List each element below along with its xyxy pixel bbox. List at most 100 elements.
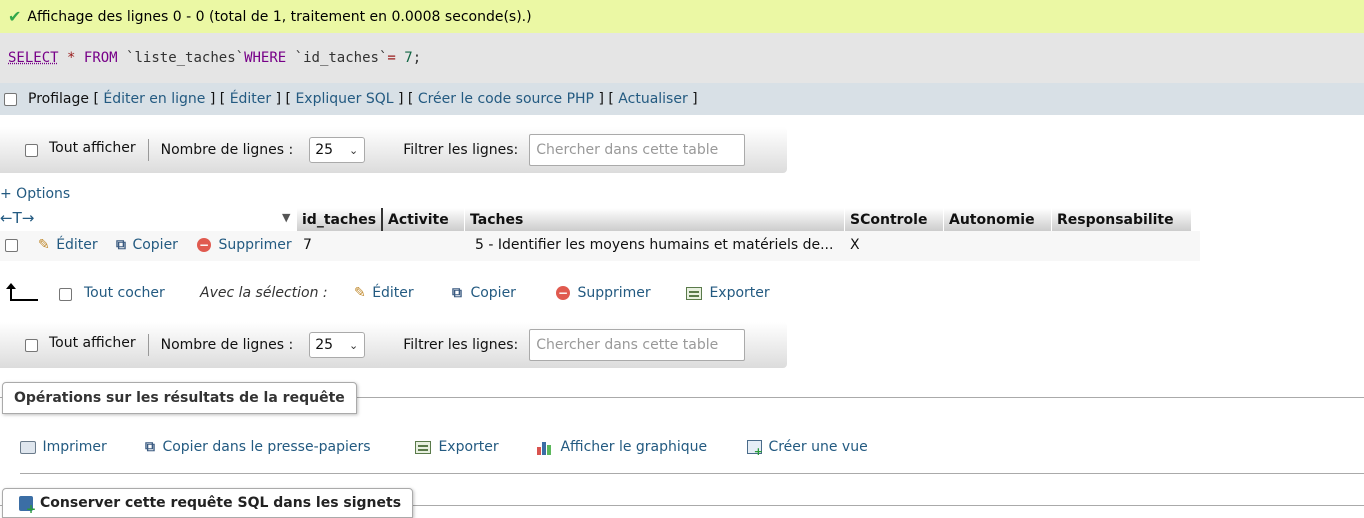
sql-eq: = xyxy=(387,50,396,66)
create-php-link[interactable]: Créer le code source PHP xyxy=(418,91,594,107)
cell-id-taches[interactable]: 7 xyxy=(303,237,312,253)
bulk-delete-label: Supprimer xyxy=(577,285,651,301)
print-label: Imprimer xyxy=(42,439,107,455)
sql-column-name: `id_taches` xyxy=(294,50,388,66)
export-icon xyxy=(686,286,702,300)
row-copy-label: Copier xyxy=(132,237,178,253)
sort-caret-icon[interactable]: ▼ xyxy=(282,211,290,224)
column-header-autonomie[interactable]: Autonomie xyxy=(944,208,1052,231)
operations-legend-label: Opérations sur les résultats de la requê… xyxy=(14,390,345,406)
divider xyxy=(147,139,149,161)
sql-star: * xyxy=(67,50,76,66)
print-icon xyxy=(20,440,36,454)
column-header-label: Responsabilite xyxy=(1057,211,1174,228)
bookmark-icon xyxy=(19,495,36,516)
create-view-button[interactable]: Créer une vue xyxy=(747,439,868,458)
checkmark-icon: ✔ xyxy=(8,7,22,26)
column-header-taches[interactable]: Taches xyxy=(465,208,845,231)
bulk-export-label: Exporter xyxy=(709,285,770,301)
display-chart-label: Afficher le graphique xyxy=(560,439,708,455)
row-delete-label: Supprimer xyxy=(218,237,292,253)
column-header-activite[interactable]: Activite xyxy=(383,208,465,231)
edit-query-link[interactable]: Éditer xyxy=(230,91,271,107)
create-view-icon xyxy=(747,440,763,458)
bulk-edit-label: Éditer xyxy=(372,285,414,301)
explain-sql-link[interactable]: Expliquer SQL xyxy=(295,91,393,107)
show-all-checkbox[interactable] xyxy=(25,338,38,352)
column-header-responsabilite[interactable]: Responsabilite xyxy=(1052,208,1192,231)
column-header-label: Taches xyxy=(470,211,524,228)
filter-rows-label: Filtrer les lignes: xyxy=(403,337,519,353)
bulk-edit-button[interactable]: ✎ Éditer xyxy=(354,285,414,301)
success-text: Affichage des lignes 0 - 0 (total de 1, … xyxy=(27,8,532,25)
profiling-label: Profilage xyxy=(28,91,89,107)
check-all-label[interactable]: Tout cocher xyxy=(84,285,165,301)
bulk-delete-button[interactable]: − Supprimer xyxy=(556,285,651,301)
print-button[interactable]: Imprimer xyxy=(20,439,107,455)
navigation-bar-top: Tout afficher Nombre de lignes : 25 ⌄ Fi… xyxy=(0,127,787,173)
delete-icon: − xyxy=(556,286,570,300)
divider xyxy=(147,334,149,356)
pencil-icon: ✎ xyxy=(38,237,50,253)
rows-count-select[interactable]: 25 ⌄ xyxy=(309,137,366,163)
copy-icon: ⧉ xyxy=(452,285,462,301)
sql-value: 7 xyxy=(404,50,413,66)
bulk-copy-button[interactable]: ⧉ Copier xyxy=(452,285,516,301)
success-message: ✔ Affichage des lignes 0 - 0 (total de 1… xyxy=(0,0,1364,33)
row-checkbox[interactable] xyxy=(5,239,18,252)
bookmark-legend-label: Conserver cette requête SQL dans les sig… xyxy=(40,495,402,511)
bulk-export-button[interactable]: Exporter xyxy=(686,285,770,301)
bulk-copy-label: Copier xyxy=(470,285,516,301)
arrow-up-left-icon xyxy=(6,283,38,303)
export-label: Exporter xyxy=(438,439,499,455)
row-edit-label: Éditer xyxy=(56,237,98,253)
pencil-icon: ✎ xyxy=(354,285,366,301)
with-selection-label: Avec la sélection : xyxy=(200,285,328,301)
column-header-scontrole[interactable]: SControle xyxy=(845,208,944,231)
rows-count-value: 25 xyxy=(315,142,334,158)
cell-taches[interactable]: 5 - Identifier les moyens humains et mat… xyxy=(475,237,833,253)
sql-table-name: `liste_taches` xyxy=(126,50,245,66)
sql-where-keyword: WHERE xyxy=(244,50,287,66)
show-all-label: Tout afficher xyxy=(49,140,136,156)
profiling-checkbox[interactable] xyxy=(4,92,17,106)
filter-rows-label: Filtrer les lignes: xyxy=(403,142,519,158)
display-chart-button[interactable]: Afficher le graphique xyxy=(537,439,707,455)
sql-select-keyword[interactable]: SELECT xyxy=(8,50,59,66)
export-icon xyxy=(415,440,431,454)
rows-count-select[interactable]: 25 ⌄ xyxy=(309,332,366,358)
copy-icon: ⧉ xyxy=(145,439,155,455)
operations-legend: Opérations sur les résultats de la requê… xyxy=(2,382,357,414)
column-header-label: Activite xyxy=(388,211,449,228)
sql-from-keyword: FROM xyxy=(83,50,118,66)
column-header-label: Autonomie xyxy=(949,211,1035,228)
row-copy-button[interactable]: ⧉ Copier xyxy=(116,237,178,253)
chart-icon xyxy=(537,440,554,455)
column-arrows-icon[interactable]: ←T→ xyxy=(0,209,34,227)
options-link[interactable]: + Options xyxy=(0,186,70,202)
rows-count-label: Nombre de lignes : xyxy=(160,337,294,353)
table-header-actions: ←T→ ▼ xyxy=(0,208,297,231)
row-edit-button[interactable]: ✎ Éditer xyxy=(38,237,98,253)
export-button[interactable]: Exporter xyxy=(415,439,499,455)
sql-query-box: SELECT * FROM `liste_taches` WHERE `id_ta… xyxy=(0,33,1364,83)
show-all-label: Tout afficher xyxy=(49,335,136,351)
column-header-label: SControle xyxy=(850,211,928,228)
cell-scontrole[interactable]: X xyxy=(850,237,860,253)
show-all-checkbox[interactable] xyxy=(25,143,38,157)
check-all-checkbox[interactable] xyxy=(59,288,72,301)
delete-icon: − xyxy=(197,238,211,252)
edit-inline-link[interactable]: Éditer en ligne xyxy=(103,91,205,107)
refresh-link[interactable]: Actualiser xyxy=(618,91,687,107)
chevron-down-icon: ⌄ xyxy=(349,143,359,157)
filter-rows-input[interactable] xyxy=(529,134,746,166)
sql-semicolon: ; xyxy=(412,50,422,66)
column-header-id-taches[interactable]: id_taches xyxy=(297,208,383,231)
copy-icon: ⧉ xyxy=(116,237,126,253)
row-delete-button[interactable]: − Supprimer xyxy=(197,237,292,253)
operations-fieldset-bottom-border xyxy=(20,473,1364,474)
column-header-label: id_taches xyxy=(302,211,377,228)
copy-clipboard-button[interactable]: ⧉ Copier dans le presse-papiers xyxy=(145,439,371,455)
filter-rows-input[interactable] xyxy=(529,329,746,361)
create-view-label: Créer une vue xyxy=(768,439,868,455)
